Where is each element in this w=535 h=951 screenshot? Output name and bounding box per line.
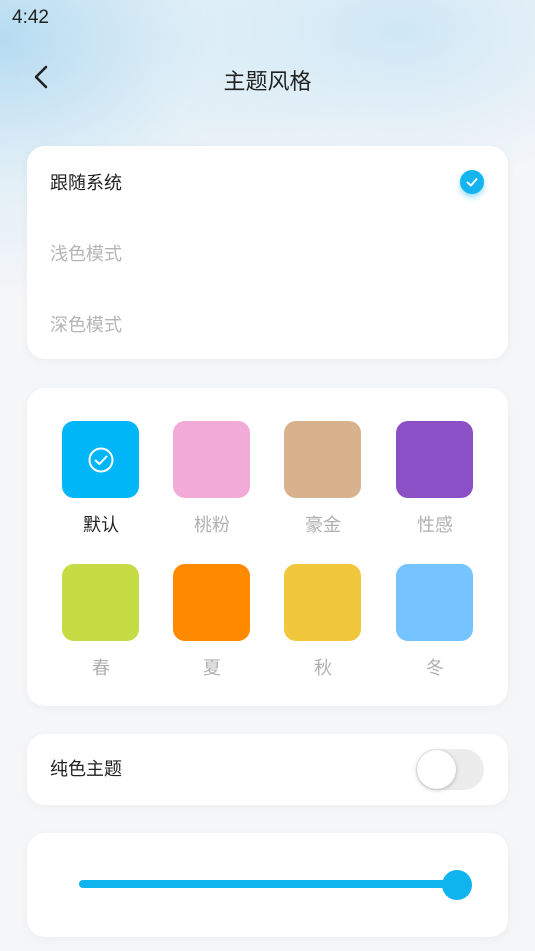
color-swatch-spring[interactable]: 春 xyxy=(45,564,157,688)
swatch-label: 夏 xyxy=(203,658,221,679)
mode-option-follow-system[interactable]: 跟随系统 xyxy=(27,146,508,217)
swatch-label: 桃粉 xyxy=(194,515,230,536)
color-swatch-peach-pink[interactable]: 桃粉 xyxy=(156,421,268,545)
swatch-color xyxy=(62,421,139,498)
mode-option-label: 浅色模式 xyxy=(50,243,122,265)
color-swatch-winter[interactable]: 冬 xyxy=(379,564,491,688)
swatch-label: 性感 xyxy=(417,515,453,536)
color-swatch-summer[interactable]: 夏 xyxy=(156,564,268,688)
page-title: 主题风格 xyxy=(223,70,312,95)
swatch-color xyxy=(396,421,473,498)
pure-theme-toggle[interactable] xyxy=(416,749,484,790)
toggle-knob xyxy=(417,750,456,789)
color-swatch-default[interactable]: 默认 xyxy=(45,421,157,545)
swatch-color xyxy=(62,564,139,641)
swatch-color xyxy=(396,564,473,641)
mode-option-dark[interactable]: 深色模式 xyxy=(27,288,508,359)
swatch-color xyxy=(284,421,361,498)
slider-thumb[interactable] xyxy=(442,870,472,900)
mode-option-label: 跟随系统 xyxy=(50,172,122,194)
swatch-color xyxy=(173,421,250,498)
check-circle-outline-icon xyxy=(88,447,113,472)
pure-theme-label: 纯色主题 xyxy=(50,759,122,780)
swatch-color xyxy=(284,564,361,641)
mode-option-light[interactable]: 浅色模式 xyxy=(27,217,508,288)
color-swatch-sexy[interactable]: 性感 xyxy=(379,421,491,545)
theme-color-card: 默认 桃粉 豪金 性感 春 夏 秋 冬 xyxy=(27,388,508,706)
swatch-label: 春 xyxy=(92,658,110,679)
slider-track[interactable] xyxy=(79,880,457,888)
mode-option-label: 深色模式 xyxy=(50,314,122,336)
swatch-label: 冬 xyxy=(426,658,444,679)
pure-theme-card: 纯色主题 xyxy=(27,734,508,805)
status-bar-time: 4:42 xyxy=(12,7,49,28)
check-circle-icon xyxy=(460,170,484,194)
theme-mode-card: 跟随系统 浅色模式 深色模式 xyxy=(27,146,508,359)
color-swatch-luxury-gold[interactable]: 豪金 xyxy=(267,421,379,545)
color-swatch-autumn[interactable]: 秋 xyxy=(267,564,379,688)
slider-card xyxy=(27,833,508,937)
swatch-label: 默认 xyxy=(83,515,119,536)
slider-fill xyxy=(79,880,457,888)
swatch-color xyxy=(173,564,250,641)
swatch-label: 秋 xyxy=(314,658,332,679)
swatch-label: 豪金 xyxy=(305,515,341,536)
